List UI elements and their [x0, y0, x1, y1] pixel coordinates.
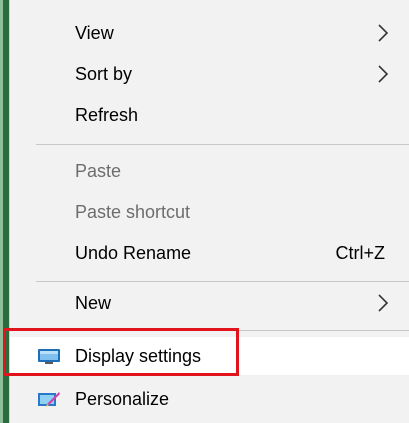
menu-item-paste: Paste — [10, 152, 409, 190]
desktop-context-menu: View Sort by Refresh Paste Paste shortcu… — [9, 0, 409, 423]
menu-item-new[interactable]: New — [10, 284, 409, 322]
menu-item-shortcut: Ctrl+Z — [335, 243, 386, 263]
menu-item-label: Display settings — [75, 346, 202, 366]
desktop-background-edge-light — [0, 0, 3, 423]
menu-separator — [36, 144, 409, 145]
menu-item-undo-rename[interactable]: Undo Rename Ctrl+Z — [10, 234, 409, 272]
display-monitor-icon — [38, 349, 60, 364]
menu-item-label: Paste — [75, 161, 122, 181]
menu-item-label: Personalize — [75, 389, 170, 409]
chevron-right-icon — [378, 294, 389, 312]
menu-item-display-settings[interactable]: Display settings — [10, 337, 409, 375]
menu-item-label: Paste shortcut — [75, 202, 191, 222]
chevron-right-icon — [378, 24, 389, 42]
menu-separator — [36, 330, 409, 331]
menu-item-label: Sort by — [75, 64, 133, 84]
personalize-icon — [38, 392, 60, 407]
desktop-background-edge — [0, 0, 9, 423]
menu-item-personalize[interactable]: Personalize — [10, 380, 409, 418]
menu-item-label: New — [75, 293, 112, 313]
menu-item-view[interactable]: View — [10, 14, 409, 52]
menu-separator — [36, 281, 409, 282]
menu-item-label: Refresh — [75, 105, 139, 125]
menu-item-label: Undo Rename — [75, 243, 192, 263]
chevron-right-icon — [378, 65, 389, 83]
menu-item-label: View — [75, 23, 114, 43]
menu-item-refresh[interactable]: Refresh — [10, 96, 409, 134]
menu-item-paste-shortcut: Paste shortcut — [10, 193, 409, 231]
menu-item-sort-by[interactable]: Sort by — [10, 55, 409, 93]
